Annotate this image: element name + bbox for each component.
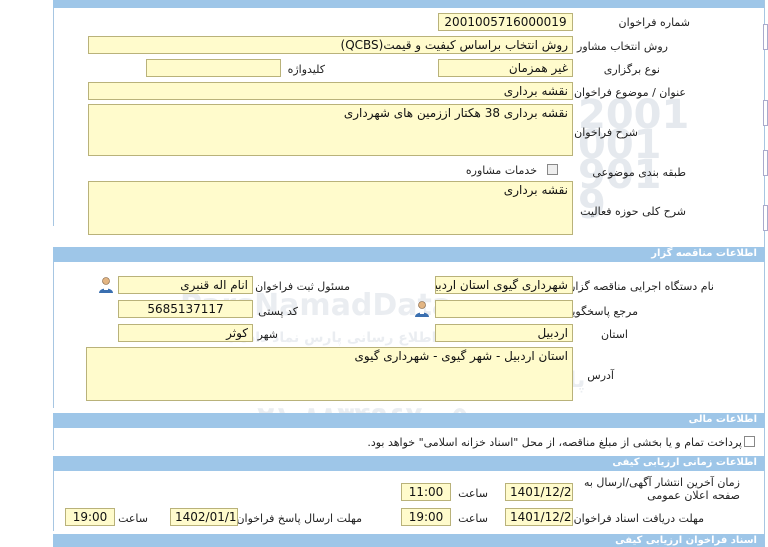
user-icon[interactable] (413, 300, 431, 318)
frame-left (53, 428, 54, 450)
edge-box (763, 150, 768, 176)
title-field[interactable]: نقشه برداری (88, 82, 573, 100)
documents-section-header: اسناد فراخوان ارزیابی کیفی (53, 534, 765, 547)
submit-date-field[interactable]: 1402/01/14 (170, 508, 238, 526)
registrar-label: مسئول ثبت فراخوان (255, 280, 350, 293)
schedule-section-header: اطلاعات زمانی ارزیابی کیفی (53, 456, 765, 471)
frame-left-top (53, 0, 54, 226)
reference-field[interactable] (435, 300, 573, 318)
frame-left (53, 262, 54, 408)
receive-label: مهلت دریافت اسناد فراخوان (573, 512, 704, 525)
category-value: خدمات مشاوره (465, 164, 537, 177)
title-label: عنوان / موضوع فراخوان (573, 86, 686, 99)
payment-checkbox[interactable] (744, 436, 755, 447)
category-label: طبقه بندی موضوعی (592, 166, 686, 179)
edge-box (763, 205, 768, 231)
description-field[interactable]: نقشه برداری 38 هکتار اززمین های شهرداری (88, 104, 573, 156)
postal-field[interactable]: 5685137117 (118, 300, 253, 318)
city-label: شهر (257, 328, 278, 341)
receive-date-field[interactable]: 1401/12/28 (505, 508, 573, 526)
edge-box (763, 24, 768, 50)
keyword-field[interactable] (146, 59, 281, 77)
org-label: نام دستگاه اجرایی مناقصه گزار (570, 280, 714, 293)
submit-time-field[interactable]: 19:00 (65, 508, 115, 526)
method-label: روش انتخاب مشاور (577, 40, 668, 53)
user-icon[interactable] (97, 276, 115, 294)
receive-time-label: ساعت (458, 512, 488, 525)
holding-type-field[interactable]: غیر همزمان (438, 59, 573, 77)
organizer-section-header: اطلاعات مناقصه گزار (53, 247, 765, 262)
postal-label: کد پستی (258, 305, 298, 318)
receive-time-field[interactable]: 19:00 (401, 508, 451, 526)
frame-left (53, 471, 54, 531)
holding-type-label: نوع برگزاری (603, 63, 660, 76)
publish-time-label: ساعت (458, 487, 488, 500)
submit-label: مهلت ارسال پاسخ فراخوان (236, 512, 362, 525)
province-field[interactable]: اردبیل (435, 324, 573, 342)
address-label: آدرس (587, 369, 614, 382)
publish-date-field[interactable]: 1401/12/27 (505, 483, 573, 501)
method-field[interactable]: روش انتخاب براساس کیفیت و قیمت(QCBS) (88, 36, 573, 54)
org-field[interactable]: شهرداری گیوی استان اردبیل (435, 276, 573, 294)
keyword-label: کلیدواژه (287, 63, 325, 76)
tender-number-field[interactable]: 2001005716000019 (438, 13, 573, 31)
submit-time-label: ساعت (118, 512, 148, 525)
address-field[interactable]: استان اردبیل - شهر گیوی - شهرداری گیوی (86, 347, 573, 401)
activity-label: شرح کلی حوزه فعالیت (580, 205, 686, 218)
payment-note: پرداخت تمام و یا بخشی از مبلغ مناقصه، از… (367, 436, 742, 449)
publish-time-field[interactable]: 11:00 (401, 483, 451, 501)
top-section-bar (53, 0, 765, 8)
category-checkbox[interactable] (547, 164, 558, 175)
activity-field[interactable]: نقشه برداری (88, 181, 573, 235)
province-label: استان (600, 328, 628, 341)
reference-label: مرجع پاسخگویی (563, 305, 638, 318)
edge-box (763, 100, 768, 126)
publish-label: زمان آخرین انتشار آگهی/ارسال به صفحه اعل… (583, 476, 740, 502)
tender-number-label: شماره فراخوان (618, 16, 691, 29)
description-label: شرح فراخوان (574, 126, 638, 139)
city-field[interactable]: کوثر (118, 324, 253, 342)
watermark-digits: 2001 001 901 9 (578, 92, 690, 228)
registrar-field[interactable]: انام اله قنبری (118, 276, 253, 294)
financial-section-header: اطلاعات مالی (53, 413, 765, 428)
